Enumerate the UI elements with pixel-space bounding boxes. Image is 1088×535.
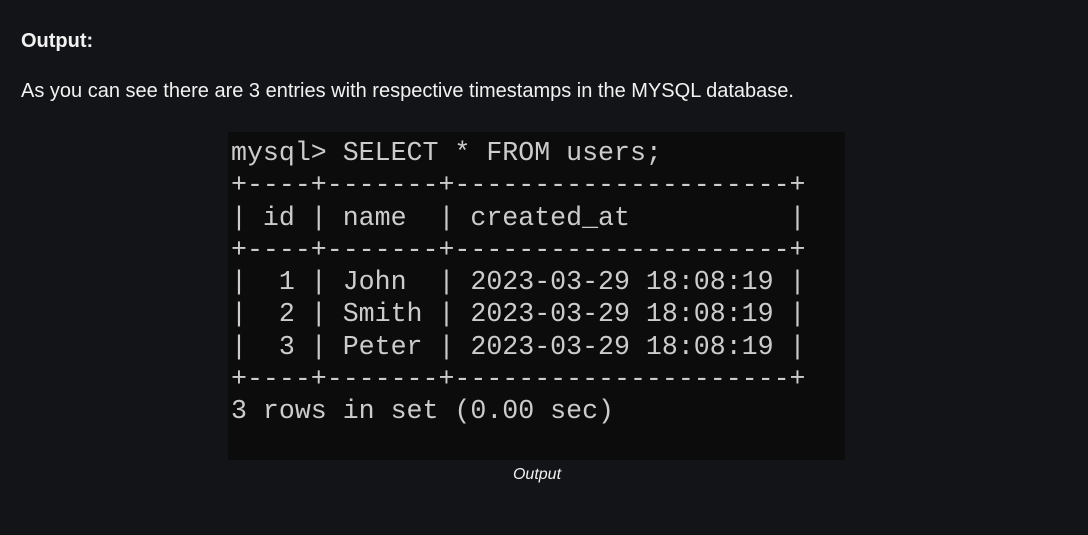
terminal-output: mysql> SELECT * FROM users; +----+-------… <box>228 132 845 428</box>
image-caption: Output <box>512 466 562 483</box>
table-row: | 2 | Smith | 2023-03-29 18:08:19 | <box>231 299 806 330</box>
section-heading: Output: <box>21 30 94 52</box>
terminal-command-line: mysql> SELECT * FROM users; <box>231 138 662 168</box>
table-border: +----+-------+---------------------+ <box>231 234 806 265</box>
table-row: | 3 | Peter | 2023-03-29 18:08:19 | <box>231 331 806 362</box>
result-summary: 3 rows in set (0.00 sec) <box>231 396 615 427</box>
table-border: +----+-------+---------------------+ <box>231 170 806 201</box>
table-row: | 1 | John | 2023-03-29 18:08:19 | <box>231 267 806 298</box>
table-border: +----+-------+---------------------+ <box>231 364 806 395</box>
terminal-screenshot: mysql> SELECT * FROM users; +----+-------… <box>228 132 845 460</box>
table-header-row: | id | name | created_at | <box>231 202 806 233</box>
description-paragraph: As you can see there are 3 entries with … <box>21 80 794 102</box>
